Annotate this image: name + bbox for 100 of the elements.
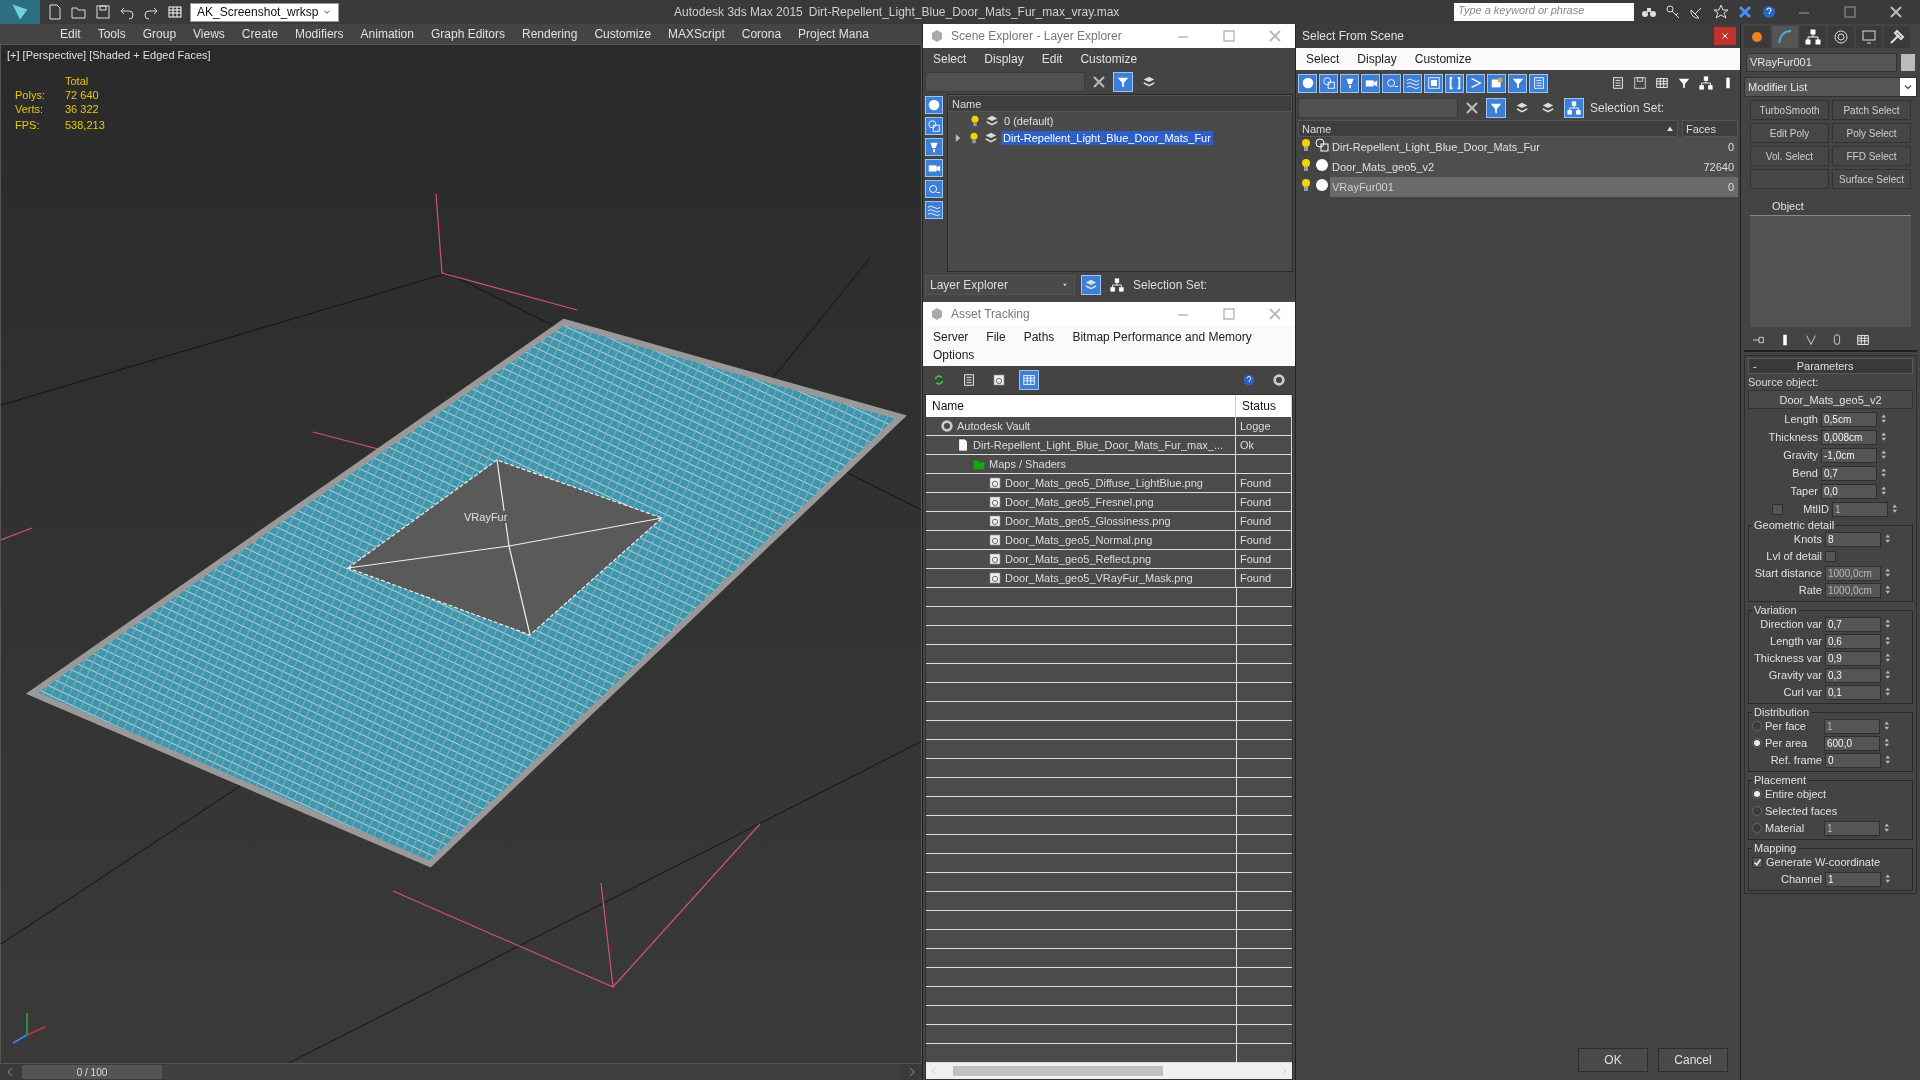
column-header[interactable]: Faces (1682, 120, 1738, 137)
dialog-button[interactable]: OK (1578, 1048, 1648, 1072)
folderopen-icon[interactable] (71, 4, 87, 20)
number-field[interactable]: 0,9 (1825, 650, 1881, 666)
number-field[interactable]: 8 (1825, 531, 1881, 547)
number-field[interactable]: 0,6 (1825, 633, 1881, 649)
hammer-tab-icon[interactable] (1884, 26, 1910, 48)
number-field[interactable]: 0,5cm (1821, 411, 1877, 427)
hierarchy-icon[interactable] (1107, 275, 1127, 295)
grid-icon[interactable] (1856, 333, 1870, 347)
modifier-button[interactable]: Poly Select (1832, 123, 1911, 143)
source-object-button[interactable]: Door_Mats_geo5_v2 (1748, 390, 1913, 409)
close-button[interactable] (1714, 27, 1736, 45)
dialog-button[interactable]: Cancel (1658, 1048, 1728, 1072)
number-field[interactable]: 0,0 (1821, 483, 1877, 499)
object-name-field[interactable]: VRayFur001 (1746, 53, 1897, 72)
sort-arrow-icon[interactable] (1666, 124, 1674, 133)
layer-item[interactable]: 0 (default) (1002, 113, 1056, 128)
menu-item[interactable]: Customize (594, 27, 652, 41)
column-header[interactable]: Name (1298, 120, 1678, 137)
menu-item[interactable]: Display (1357, 52, 1397, 66)
modifier-list-dropdown[interactable]: Modifier List (1744, 77, 1917, 97)
tape-icon[interactable] (1382, 73, 1401, 93)
number-field[interactable]: 1 (1825, 871, 1881, 887)
number-field[interactable]: 0,008cm (1821, 429, 1877, 445)
grid-icon[interactable] (167, 4, 183, 20)
radio-button[interactable] (1752, 738, 1762, 748)
close-icon[interactable] (1721, 32, 1729, 40)
monitor-tab-icon[interactable] (1856, 26, 1882, 48)
column-header[interactable]: Name (948, 95, 1292, 112)
column-header[interactable]: Status (1236, 395, 1292, 417)
number-field[interactable]: 0 (1825, 752, 1881, 768)
modifier-button[interactable]: Vol. Select (1750, 146, 1829, 166)
modifier-button[interactable]: Surface Select (1832, 169, 1911, 189)
modifier-button[interactable]: Patch Select (1832, 100, 1911, 120)
filter-icon[interactable] (1508, 73, 1527, 93)
time-slider-track[interactable]: 0 / 100 (22, 1065, 900, 1079)
number-field[interactable]: 0,7 (1825, 616, 1881, 632)
explorer-dropdown[interactable]: Layer Explorer (925, 275, 1075, 295)
hierarchy-tab-icon[interactable] (1800, 26, 1826, 48)
burst-tab-icon[interactable] (1744, 26, 1770, 48)
viewport[interactable]: [+] [Perspective] [Shaded + Edged Faces] Total Polys: 72 640 Verts: 36 322 FPS: 538,213 VRayFur (0, 44, 922, 1064)
menu-item[interactable]: Group (142, 27, 177, 41)
list-icon[interactable] (1529, 73, 1548, 93)
clear-icon[interactable] (1091, 74, 1107, 90)
menu-item[interactable]: Tools (97, 27, 126, 41)
layer-item[interactable]: Dirt-Repellent_Light_Blue_Door_Mats_Fur (1001, 130, 1213, 145)
menu-item[interactable]: Customize (1080, 52, 1138, 66)
menu-item[interactable]: Bitmap Performance and Memory (1072, 330, 1252, 344)
grid-icon[interactable] (1019, 370, 1039, 390)
target-tab-icon[interactable] (1828, 26, 1854, 48)
number-field[interactable]: 0,1 (1825, 684, 1881, 700)
number-field[interactable]: -1,0cm (1821, 447, 1877, 463)
box-icon[interactable] (1487, 73, 1506, 93)
object-row[interactable]: Door_Mats_geo5_v2 (1330, 157, 1682, 177)
modifier-button[interactable]: TurboSmooth (1750, 100, 1829, 120)
bracket-icon[interactable] (1445, 73, 1464, 93)
waves-icon[interactable] (1403, 73, 1422, 93)
group-icon[interactable] (1424, 73, 1443, 93)
number-field[interactable]: 0,7 (1821, 465, 1877, 481)
shapes-icon[interactable] (1319, 73, 1338, 93)
object-row[interactable]: VRayFur001 (1330, 177, 1682, 197)
menu-item[interactable]: Graph Editors (430, 27, 505, 41)
shapes-icon[interactable] (925, 117, 943, 135)
time-slider-thumb[interactable]: 0 / 100 (22, 1065, 162, 1079)
menu-item[interactable]: Paths (1023, 330, 1055, 344)
menu-item[interactable]: File (986, 330, 1006, 344)
checkbox[interactable] (1825, 550, 1836, 562)
number-field[interactable]: 600,0 (1824, 735, 1880, 751)
color-swatch[interactable] (1901, 54, 1915, 71)
menu-item[interactable]: Server (933, 330, 969, 344)
radio-button[interactable] (1752, 806, 1762, 816)
search-field[interactable]: Type a keyword or phrase (1454, 3, 1634, 21)
chevron-icon[interactable] (1466, 73, 1485, 93)
menu-item[interactable]: Select (933, 52, 967, 66)
rollout-header[interactable]: - Parameters (1748, 358, 1913, 374)
app-logo[interactable] (0, 0, 40, 24)
menu-item[interactable]: Edit (60, 27, 81, 41)
number-field[interactable]: 0,3 (1825, 667, 1881, 683)
menu-item[interactable]: MAXScript (668, 27, 725, 41)
key-icon[interactable] (1665, 4, 1681, 20)
modifier-button[interactable]: Edit Poly (1750, 123, 1829, 143)
help-icon[interactable] (1761, 4, 1777, 20)
viewport-label[interactable]: [+] [Perspective] [Shaded + Edged Faces] (7, 49, 915, 61)
hierarchy-icon[interactable] (1696, 73, 1716, 93)
clear-icon[interactable] (1464, 100, 1480, 116)
checkbox[interactable] (1752, 856, 1763, 868)
menu-item[interactable]: Views (193, 27, 225, 41)
menu-item[interactable]: Customize (1414, 52, 1472, 66)
menu-item[interactable]: Animation (360, 27, 414, 41)
workspace-dropdown[interactable]: AK_Screenshot_wrksp (190, 2, 340, 22)
menu-item[interactable]: Edit (1041, 52, 1063, 66)
column-header[interactable]: Name (926, 395, 1236, 417)
collapse-sign[interactable]: - (1753, 360, 1757, 372)
menu-item[interactable]: Project Mana (798, 27, 869, 41)
save-icon[interactable] (95, 4, 111, 20)
vee-icon[interactable] (1804, 333, 1818, 347)
radio-button[interactable] (1752, 789, 1762, 799)
modifier-button[interactable]: FFD Select (1832, 146, 1911, 166)
menu-item[interactable]: Select (1306, 52, 1340, 66)
